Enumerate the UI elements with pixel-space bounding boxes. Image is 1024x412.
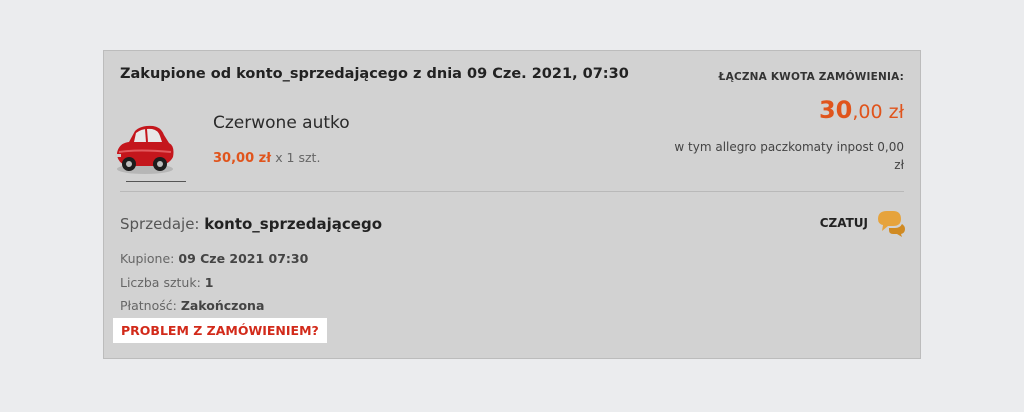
purchase-date-value: 09 Cze 2021 07:30 bbox=[178, 251, 309, 266]
order-total-integer: 30 bbox=[818, 96, 853, 124]
order-total-note: w tym allegro paczkomaty inpost 0,00 zł bbox=[674, 140, 904, 172]
red-toy-car-icon bbox=[115, 125, 174, 174]
payment-value: Zakończona bbox=[180, 298, 265, 313]
order-problem-link[interactable]: PROBLEM Z ZAMÓWIENIEM? bbox=[113, 318, 327, 343]
purchase-date-line: Kupione: 09 Cze 2021 07:30 bbox=[120, 251, 308, 266]
order-header-title: Zakupione od konto_sprzedającego z dnia … bbox=[120, 66, 629, 82]
order-total-label: Łączna kwota zamówienia: bbox=[718, 71, 904, 83]
section-divider bbox=[120, 191, 904, 192]
order-total-amount: 30,00 zł bbox=[819, 98, 904, 122]
order-total-decimals: ,00 zł bbox=[852, 101, 904, 123]
product-quantity: x 1 szt. bbox=[275, 150, 321, 165]
chat-button[interactable]: CZATUJ bbox=[820, 209, 906, 237]
item-count-value: 1 bbox=[204, 275, 214, 290]
chat-bubbles-icon bbox=[878, 211, 905, 237]
payment-line: Płatność: Zakończona bbox=[120, 298, 264, 313]
seller-name[interactable]: konto_sprzedającego bbox=[204, 215, 382, 233]
product-price: 30,00 zł bbox=[213, 151, 272, 166]
thumbnail-divider bbox=[126, 181, 186, 182]
chat-label: CZATUJ bbox=[819, 216, 868, 230]
item-count-line: Liczba sztuk: 1 bbox=[120, 275, 213, 290]
product-price-line: 30,00 zł x 1 szt. bbox=[213, 150, 320, 166]
seller-line: Sprzedaje: konto_sprzedającego bbox=[120, 215, 382, 233]
order-card: Zakupione od konto_sprzedającego z dnia … bbox=[103, 50, 921, 359]
product-name[interactable]: Czerwone autko bbox=[213, 113, 350, 133]
purchase-date-label: Kupione: bbox=[120, 251, 175, 266]
product-thumbnail[interactable] bbox=[109, 109, 179, 181]
item-count-label: Liczba sztuk: bbox=[120, 275, 201, 290]
seller-label: Sprzedaje: bbox=[120, 215, 200, 233]
payment-label: Płatność: bbox=[120, 298, 177, 313]
